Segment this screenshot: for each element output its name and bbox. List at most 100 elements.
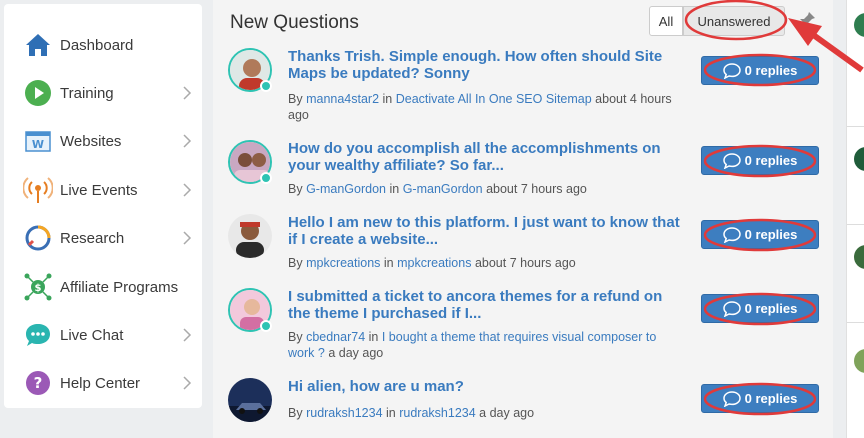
timestamp: a day ago	[479, 406, 535, 420]
home-icon	[26, 34, 50, 56]
website-icon: W	[25, 131, 51, 152]
question-title[interactable]: Hi alien, how are u man?	[288, 378, 688, 395]
location-link[interactable]: mpkcreations	[397, 256, 471, 270]
sidebar-item-live-events[interactable]: Live Events	[4, 170, 202, 210]
sidebar-item-label: Research	[60, 229, 125, 247]
in-label: in	[383, 256, 394, 270]
replies-count: 0 replies	[744, 153, 798, 168]
question-title[interactable]: Hello I am new to this platform. I just …	[288, 214, 688, 248]
sidebar-item-label: Websites	[60, 132, 122, 150]
replies-button[interactable]: 0 replies	[701, 220, 819, 249]
by-label: By	[288, 256, 303, 270]
author-link[interactable]: rudraksh1234	[306, 406, 382, 420]
avatar	[854, 147, 864, 171]
by-label: By	[288, 182, 303, 196]
online-indicator	[260, 172, 272, 184]
question-item: Hi alien, how are u man? By rudraksh1234…	[213, 378, 833, 438]
page-title: New Questions	[230, 12, 359, 33]
question-title[interactable]: Thanks Trish. Simple enough. How often s…	[288, 48, 688, 82]
timestamp: about 7 hours ago	[486, 182, 587, 196]
sidebar-item-label: Dashboard	[60, 36, 134, 54]
chevron-right-icon	[183, 376, 192, 390]
replies-count: 0 replies	[744, 301, 798, 316]
chevron-right-icon	[183, 134, 192, 148]
svg-text:W: W	[32, 138, 44, 151]
avatar	[854, 13, 864, 37]
speech-bubble-icon	[722, 62, 741, 79]
svg-text:$: $	[35, 283, 42, 294]
author-link[interactable]: manna4star2	[306, 92, 379, 106]
author-link[interactable]: mpkcreations	[306, 256, 380, 270]
by-label: By	[288, 330, 303, 344]
research-icon	[25, 225, 51, 251]
sidebar-item-affiliate-programs[interactable]: $ Affiliate Programs	[4, 267, 202, 307]
filter-unanswered-button[interactable]: Unanswered	[683, 6, 785, 36]
question-title[interactable]: I submitted a ticket to ancora themes fo…	[288, 288, 688, 322]
question-meta: By manna4star2 in Deactivate All In One …	[288, 91, 678, 123]
question-title[interactable]: How do you accomplish all the accomplish…	[288, 140, 688, 174]
speech-bubble-icon	[722, 152, 741, 169]
question-meta: By rudraksh1234 in rudraksh1234 a day ag…	[288, 405, 678, 421]
sidebar-item-label: Live Events	[60, 181, 138, 199]
in-label: in	[386, 406, 396, 420]
question-item: Hello I am new to this platform. I just …	[213, 214, 833, 288]
avatar[interactable]	[228, 378, 272, 422]
question-meta: By cbednar74 in I bought a theme that re…	[288, 329, 678, 361]
replies-count: 0 replies	[744, 227, 798, 242]
in-label: in	[389, 182, 400, 196]
location-link[interactable]: rudraksh1234	[399, 406, 475, 420]
sidebar: Dashboard Training W Websites Live Event…	[4, 4, 202, 408]
by-label: By	[288, 92, 303, 106]
sidebar-item-research[interactable]: Research	[4, 218, 202, 258]
chat-icon	[26, 324, 50, 346]
timestamp: a day ago	[328, 346, 384, 360]
affiliate-icon: $	[24, 273, 52, 301]
replies-count: 0 replies	[744, 63, 798, 78]
sidebar-item-dashboard[interactable]: Dashboard	[4, 25, 202, 65]
avatar	[854, 349, 864, 373]
pin-icon[interactable]	[797, 10, 817, 30]
replies-count: 0 replies	[744, 391, 798, 406]
help-icon: ?	[26, 371, 50, 395]
sidebar-item-label: Training	[60, 84, 114, 102]
in-label: in	[382, 92, 393, 106]
play-icon	[25, 80, 51, 106]
by-label: By	[288, 406, 303, 420]
avatar	[854, 245, 864, 269]
sidebar-item-training[interactable]: Training	[4, 73, 202, 113]
replies-button[interactable]: 0 replies	[701, 146, 819, 175]
author-link[interactable]: G-manGordon	[306, 182, 386, 196]
sidebar-item-label: Help Center	[60, 374, 141, 392]
divider	[847, 126, 864, 127]
avatar[interactable]	[228, 214, 272, 258]
questions-panel: New Questions All Unanswered Thanks Tris…	[213, 0, 833, 438]
author-link[interactable]: cbednar74	[306, 330, 365, 344]
sidebar-item-help-center[interactable]: ? Help Center	[4, 363, 202, 403]
chevron-right-icon	[183, 328, 192, 342]
sidebar-item-live-chat[interactable]: Live Chat	[4, 315, 202, 355]
location-link[interactable]: G-manGordon	[403, 182, 483, 196]
replies-button[interactable]: 0 replies	[701, 56, 819, 85]
broadcast-icon	[23, 177, 53, 203]
question-item: How do you accomplish all the accomplish…	[213, 140, 833, 214]
replies-button[interactable]: 0 replies	[701, 384, 819, 413]
speech-bubble-icon	[722, 226, 741, 243]
online-indicator	[260, 80, 272, 92]
online-indicator	[260, 320, 272, 332]
speech-bubble-icon	[722, 390, 741, 407]
chevron-right-icon	[183, 183, 192, 197]
replies-button[interactable]: 0 replies	[701, 294, 819, 323]
chevron-right-icon	[183, 86, 192, 100]
question-meta: By G-manGordon in G-manGordon about 7 ho…	[288, 181, 678, 197]
divider	[847, 224, 864, 225]
timestamp: about 7 hours ago	[474, 256, 576, 270]
location-link[interactable]: Deactivate All In One SEO Sitemap	[396, 92, 592, 106]
divider	[847, 322, 864, 323]
sidebar-item-websites[interactable]: W Websites	[4, 121, 202, 161]
in-label: in	[368, 330, 379, 344]
speech-bubble-icon	[722, 300, 741, 317]
filter-all-button[interactable]: All	[649, 6, 683, 36]
sidebar-item-label: Live Chat	[60, 326, 124, 344]
sidebar-item-label: Affiliate Programs	[60, 278, 179, 296]
question-meta: By mpkcreations in mpkcreations about 7 …	[288, 255, 678, 271]
